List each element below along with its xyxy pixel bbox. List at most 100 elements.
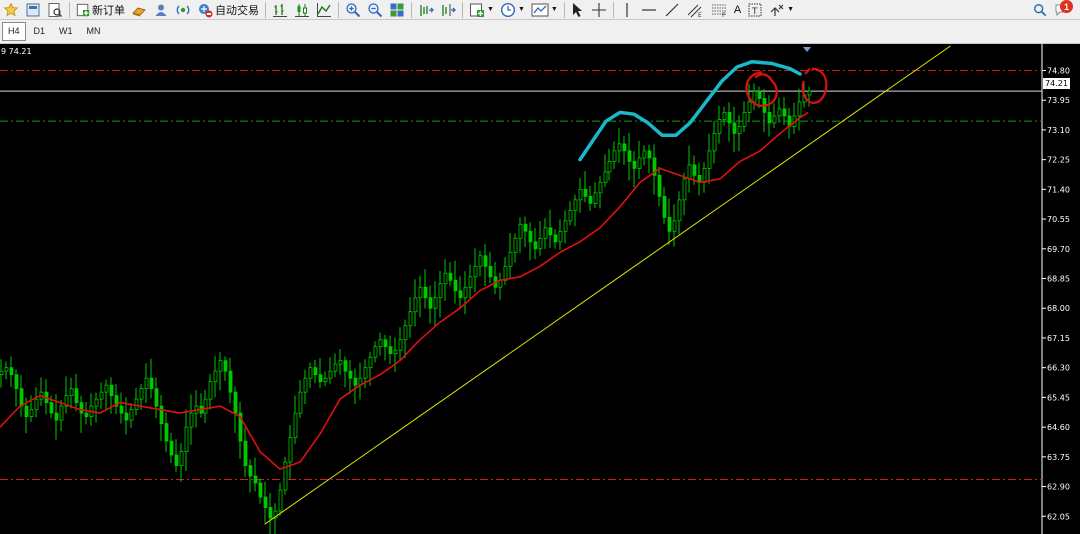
candle-body bbox=[223, 360, 228, 372]
candle-body bbox=[139, 388, 144, 400]
candle-body bbox=[333, 363, 338, 372]
candle-body bbox=[797, 101, 802, 117]
new-order-button[interactable]: 新订单 bbox=[74, 1, 127, 19]
timeframe-tab-d1[interactable]: D1 bbox=[28, 22, 52, 41]
candle-body bbox=[468, 276, 473, 288]
candle-body bbox=[727, 112, 732, 124]
candle-body bbox=[518, 223, 523, 239]
toolbar-separator bbox=[612, 1, 614, 18]
profiles-icon[interactable] bbox=[23, 1, 43, 19]
candle-body bbox=[318, 374, 323, 383]
chart-shift-marker bbox=[803, 47, 811, 52]
candle-body bbox=[403, 325, 408, 341]
candle-body bbox=[533, 241, 538, 250]
templates-icon bbox=[531, 3, 549, 16]
timeframe-tab-mn[interactable]: MN bbox=[81, 22, 107, 41]
favorites-star-icon[interactable] bbox=[1, 1, 21, 19]
y-tick-label: 73.10 bbox=[1047, 126, 1070, 135]
candle-body bbox=[677, 199, 682, 222]
candle-body bbox=[662, 195, 667, 218]
tile-windows-icon[interactable] bbox=[387, 1, 407, 19]
candle-body bbox=[49, 402, 54, 414]
toolbar-separator bbox=[69, 1, 70, 18]
candle-body bbox=[657, 174, 662, 197]
candle-body bbox=[288, 437, 293, 463]
zoom-out-icon[interactable] bbox=[365, 1, 385, 19]
candle-body bbox=[617, 143, 622, 152]
indicators-icon bbox=[470, 3, 484, 17]
price-chart[interactable]: 74.80 73.95 73.10 72.25 71.40 70.55 69.70 68.85… bbox=[0, 44, 1080, 534]
horizontal-line-icon[interactable] bbox=[638, 1, 660, 19]
chart-shift-icon[interactable] bbox=[438, 1, 458, 19]
candle-body bbox=[687, 164, 692, 180]
auto-scroll-icon[interactable] bbox=[416, 1, 436, 19]
candle-body bbox=[712, 133, 717, 152]
main-toolbar: 新订单 自动交易 ▼ ▼ ▼ E F A T ▼ 1 bbox=[0, 0, 1080, 20]
ascending-trendline[interactable] bbox=[264, 45, 951, 525]
chart-info-text: 9 74.21 bbox=[1, 47, 32, 56]
annotation-circle-2 bbox=[801, 67, 828, 104]
timeframe-tab-h4[interactable]: H4 bbox=[2, 22, 26, 41]
candle-body bbox=[692, 164, 697, 176]
candle-body bbox=[558, 230, 563, 243]
candle-body bbox=[248, 465, 253, 477]
candle-body bbox=[14, 374, 19, 390]
gold-bars-icon[interactable] bbox=[129, 1, 149, 19]
navigator-icon[interactable] bbox=[151, 1, 171, 19]
notifications-button[interactable]: 1 bbox=[1051, 0, 1073, 19]
vertical-line-icon[interactable] bbox=[618, 1, 636, 19]
search-icon[interactable] bbox=[1031, 1, 1049, 19]
candle-body bbox=[328, 370, 333, 379]
periods-button[interactable]: ▼ bbox=[498, 1, 527, 19]
candle-body bbox=[578, 188, 583, 201]
toolbar-separator bbox=[462, 1, 463, 18]
signals-icon[interactable] bbox=[173, 1, 193, 19]
y-tick-label: 66.30 bbox=[1047, 364, 1070, 373]
candle-body bbox=[647, 150, 652, 159]
templates-button[interactable]: ▼ bbox=[529, 1, 560, 19]
chart-area[interactable]: 74.80 73.95 73.10 72.25 71.40 70.55 69.70 68.85… bbox=[0, 44, 1080, 534]
candle-body bbox=[303, 377, 308, 393]
candle-body bbox=[179, 451, 184, 466]
candle-body bbox=[413, 297, 418, 313]
bar-chart-icon[interactable] bbox=[270, 1, 290, 19]
candle-body bbox=[722, 112, 727, 120]
candle-body bbox=[253, 475, 258, 484]
candle-body bbox=[603, 171, 608, 183]
candlestick-chart-icon[interactable] bbox=[292, 1, 312, 19]
candle-body bbox=[164, 423, 169, 442]
candle-body bbox=[732, 122, 737, 134]
candle-body bbox=[228, 370, 233, 393]
arrows-icon bbox=[770, 4, 784, 16]
candle-body bbox=[373, 346, 378, 358]
candle-body bbox=[293, 412, 298, 438]
candle-body bbox=[74, 388, 79, 404]
timeframe-tab-w1[interactable]: W1 bbox=[53, 22, 79, 41]
candle-body bbox=[418, 286, 423, 299]
candle-body bbox=[642, 150, 647, 159]
y-tick-label: 65.45 bbox=[1047, 393, 1070, 402]
fibonacci-retracement-icon[interactable]: F bbox=[708, 1, 730, 19]
text-label-icon[interactable]: T bbox=[745, 1, 765, 19]
y-tick-label: 71.40 bbox=[1047, 185, 1070, 194]
market-watch-icon[interactable] bbox=[45, 1, 65, 19]
indicators-button[interactable]: ▼ bbox=[467, 1, 496, 19]
candle-body bbox=[184, 426, 189, 452]
zoom-in-icon[interactable] bbox=[343, 1, 363, 19]
auto-trading-button[interactable]: 自动交易 bbox=[195, 1, 261, 19]
cursor-arrow-icon[interactable] bbox=[569, 1, 587, 19]
candle-body bbox=[29, 409, 34, 418]
line-chart-icon[interactable] bbox=[314, 1, 334, 19]
candle-body bbox=[682, 178, 687, 201]
trendline-tool-icon[interactable] bbox=[662, 1, 682, 19]
candle-body bbox=[632, 160, 637, 169]
text-tool-button[interactable]: A bbox=[732, 1, 743, 19]
candle-body bbox=[308, 367, 313, 379]
candle-body bbox=[588, 195, 593, 204]
candle-body bbox=[523, 223, 528, 232]
arrows-button[interactable]: ▼ bbox=[767, 1, 796, 19]
candle-body bbox=[154, 388, 159, 407]
candle-body bbox=[348, 370, 353, 379]
crosshair-icon[interactable] bbox=[589, 1, 609, 19]
equidistant-channel-icon[interactable]: E bbox=[684, 1, 706, 19]
